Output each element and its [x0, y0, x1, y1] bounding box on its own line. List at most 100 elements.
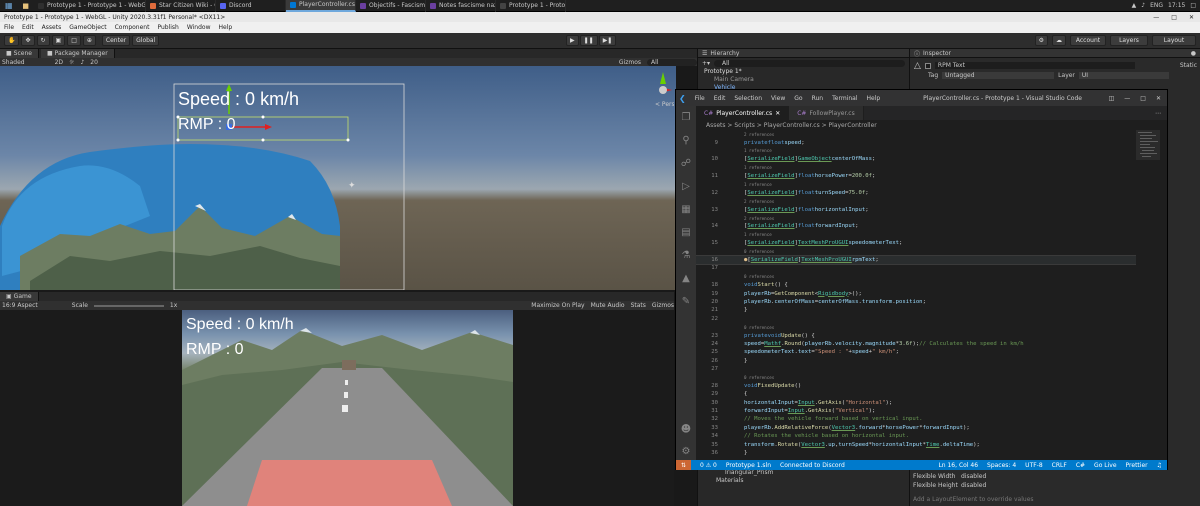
- code-line[interactable]: 15 [SerializeField] TextMeshProUGUI spee…: [696, 239, 1136, 247]
- vs-menu-run[interactable]: Run: [812, 95, 824, 102]
- codelens-references[interactable]: 0 references: [696, 373, 1136, 381]
- prettier-status[interactable]: Prettier: [1126, 462, 1148, 469]
- code-line[interactable]: 13 [SerializeField] float horizontalInpu…: [696, 206, 1136, 214]
- code-line[interactable]: 19 playerRb = GetComponent < Rigidbody >();: [696, 289, 1136, 297]
- scale-slider[interactable]: [93, 304, 164, 307]
- play-button[interactable]: ▶: [566, 35, 579, 46]
- folder-icon[interactable]: ■: [22, 2, 29, 10]
- code-line[interactable]: 12 [SerializeField] float turnSpeed = 75…: [696, 189, 1136, 197]
- taskbar-task[interactable]: Prototype 1 - Protot...: [496, 0, 566, 12]
- bell-icon[interactable]: ♫: [1157, 462, 1167, 469]
- menu-component[interactable]: Component: [115, 24, 150, 31]
- layout-toggle-icon[interactable]: ◫: [1109, 95, 1115, 102]
- code-line[interactable]: 18 void Start() {: [696, 281, 1136, 289]
- windows-icon[interactable]: ▦: [5, 1, 13, 10]
- tab-followplayer[interactable]: C# FollowPlayer.cs: [789, 106, 864, 120]
- vs-menu-view[interactable]: View: [771, 95, 785, 102]
- code-line[interactable]: 20 playerRb. centerOfMass = centerOfMass.…: [696, 298, 1136, 306]
- cursor-position[interactable]: Ln 16, Col 46: [938, 462, 978, 469]
- volume-icon[interactable]: ♪: [1141, 2, 1145, 9]
- close-icon[interactable]: ✕: [1189, 14, 1194, 21]
- codelens-references[interactable]: 1 reference: [696, 231, 1136, 239]
- codelens-references[interactable]: 2 references: [696, 197, 1136, 205]
- 2d-toggle[interactable]: 2D: [55, 59, 63, 66]
- hierarchy-item[interactable]: Prototype 1*: [704, 68, 909, 76]
- code-line[interactable]: 35 transform. Rotate(Vector3. up, turnSpee…: [696, 440, 1136, 448]
- code-line[interactable]: 33 playerRb. AddRelativeForce(Vector3. for…: [696, 424, 1136, 432]
- hierarchy-search[interactable]: All: [714, 59, 905, 67]
- pause-button[interactable]: ❚❚: [579, 35, 598, 46]
- grid-size-field[interactable]: 20: [90, 59, 98, 66]
- vs-menu-edit[interactable]: Edit: [714, 95, 726, 102]
- code-line[interactable]: 36 }: [696, 449, 1136, 457]
- rect-tool-icon[interactable]: □: [67, 35, 81, 46]
- code-line[interactable]: 28 void FixedUpdate(): [696, 382, 1136, 390]
- menu-help[interactable]: Help: [219, 24, 233, 31]
- collab-icon[interactable]: ⚙: [1034, 35, 1048, 46]
- codelens-references[interactable]: 1 reference: [696, 147, 1136, 155]
- step-button[interactable]: ▶❚: [598, 35, 617, 46]
- menu-edit[interactable]: Edit: [22, 24, 34, 31]
- audio-toggle-icon[interactable]: ♪: [80, 59, 84, 66]
- code-editor[interactable]: 2 references 9 private float speed; 1 re…: [696, 130, 1136, 460]
- code-line[interactable]: 24 speed = Mathf. Round(playerRb. velocity…: [696, 340, 1136, 348]
- code-line[interactable]: 30 horizontalInput = Input. GetAxis("Hori…: [696, 399, 1136, 407]
- code-line[interactable]: 25 speedometerText. text = "Speed : " + s…: [696, 348, 1136, 356]
- language-indicator[interactable]: ENG: [1150, 2, 1163, 9]
- vs-menu-go[interactable]: Go: [794, 95, 802, 102]
- remote-explorer-icon[interactable]: ▤: [676, 221, 696, 244]
- wifi-icon[interactable]: ▲: [1132, 2, 1137, 9]
- stats-toggle[interactable]: Stats: [631, 302, 646, 309]
- static-toggle[interactable]: Static: [1180, 62, 1200, 69]
- scene-view[interactable]: ✦ Speed : 0 km/h RMP : 0 < Persp: [0, 66, 676, 290]
- hierarchy-item[interactable]: Main Camera: [704, 76, 909, 84]
- go-live-button[interactable]: Go Live: [1094, 462, 1116, 469]
- lock-icon[interactable]: ●: [1191, 50, 1200, 57]
- code-line[interactable]: 17: [696, 264, 1136, 272]
- vs-menu-file[interactable]: File: [695, 95, 705, 102]
- gizmos-dropdown[interactable]: Gizmos: [619, 59, 641, 66]
- code-line[interactable]: 32 // Moves the vehicle forward based on…: [696, 415, 1136, 423]
- add-object-icon[interactable]: +▾: [702, 60, 710, 67]
- codelens-references[interactable]: 2 references: [696, 130, 1136, 138]
- codelens-references[interactable]: 2 references: [696, 214, 1136, 222]
- cloud-icon[interactable]: ☁: [1052, 35, 1066, 46]
- layer-dropdown[interactable]: UI: [1078, 72, 1169, 79]
- aspect-dropdown[interactable]: 16:9 Aspect: [2, 302, 38, 309]
- game-view[interactable]: Speed : 0 km/h RMP : 0: [0, 310, 674, 506]
- account-icon[interactable]: ☻: [676, 418, 696, 441]
- menu-file[interactable]: File: [4, 24, 14, 31]
- code-line[interactable]: 23 private void Update() {: [696, 331, 1136, 339]
- run-debug-icon[interactable]: ▷: [676, 175, 696, 198]
- maximize-on-play-toggle[interactable]: Maximize On Play: [531, 302, 584, 309]
- codelens-references[interactable]: 0 references: [696, 273, 1136, 281]
- move-tool-icon[interactable]: ✥: [21, 35, 35, 46]
- encoding[interactable]: UTF-8: [1025, 462, 1043, 469]
- code-line[interactable]: 22: [696, 315, 1136, 323]
- rotate-tool-icon[interactable]: ↻: [36, 35, 50, 46]
- code-line[interactable]: 27: [696, 365, 1136, 373]
- extensions-icon[interactable]: ▦: [676, 198, 696, 221]
- docker-icon[interactable]: ▲: [676, 267, 696, 290]
- explorer-icon[interactable]: ❐: [676, 106, 696, 129]
- minimize-icon[interactable]: —: [1153, 14, 1159, 21]
- project-item[interactable]: Materials: [716, 477, 773, 485]
- vs-menu-terminal[interactable]: Terminal: [832, 95, 857, 102]
- language-mode[interactable]: C#: [1076, 462, 1085, 469]
- code-line-current[interactable]: 16 ● [SerializeField] TextMeshProUGUI rp…: [696, 254, 1136, 266]
- codelens-references[interactable]: 0 references: [696, 323, 1136, 331]
- code-line[interactable]: 11 [SerializeField] float horsePower = 2…: [696, 172, 1136, 180]
- code-line[interactable]: 34 // Rotates the vehicle based on horiz…: [696, 432, 1136, 440]
- account-dropdown[interactable]: Account: [1070, 35, 1106, 46]
- scene-search-field[interactable]: All: [647, 58, 697, 66]
- editor-more-icon[interactable]: ⋯: [1155, 110, 1167, 117]
- source-control-icon[interactable]: ☍: [676, 152, 696, 175]
- testing-icon[interactable]: ⚗: [676, 244, 696, 267]
- maximize-icon[interactable]: □: [1171, 14, 1177, 21]
- tab-scene[interactable]: ■ Scene: [0, 49, 39, 58]
- taskbar-task[interactable]: PlayerController.cs: [286, 0, 356, 12]
- active-checkbox[interactable]: [924, 62, 931, 69]
- vs-menu-selection[interactable]: Selection: [734, 95, 762, 102]
- layout-dropdown[interactable]: Layout: [1152, 35, 1196, 46]
- scene-orientation-gizmo[interactable]: < Persp: [652, 70, 676, 110]
